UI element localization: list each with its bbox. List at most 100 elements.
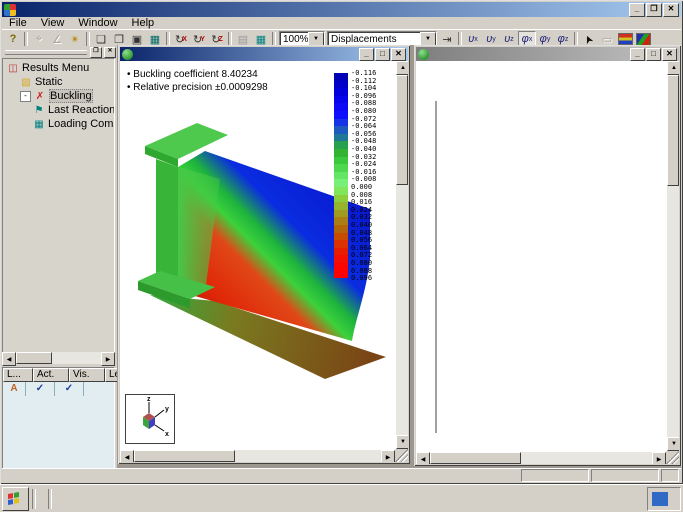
pane-maximize-button[interactable]: ❐ — [90, 47, 102, 58]
toolbar-separator — [228, 32, 232, 46]
phi-z-button-sub: z — [565, 36, 569, 43]
scroll-down-button[interactable]: ▼ — [396, 435, 408, 449]
color-scale-cell — [334, 96, 348, 104]
close-button[interactable]: ✕ — [663, 3, 679, 17]
scroll-track[interactable] — [396, 75, 408, 435]
tree-item-last-reaction[interactable]: ⚑Last Reaction — [3, 103, 114, 117]
taskbar — [0, 484, 683, 512]
menu-help[interactable]: Help — [125, 17, 162, 29]
menu-view[interactable]: View — [34, 17, 72, 29]
phi-y-button-sub: y — [547, 36, 551, 43]
expander-icon[interactable]: - — [20, 91, 31, 102]
scroll-track[interactable] — [16, 352, 101, 364]
color-scale-cell — [334, 217, 348, 225]
column-header-act[interactable]: Act. — [33, 368, 69, 382]
scroll-track[interactable] — [667, 75, 679, 437]
panel-header[interactable]: ❐✕ — [2, 47, 117, 57]
color-scale-label: 0.096 — [351, 275, 393, 282]
toolbar-separator — [86, 32, 90, 46]
tree-item-results-menu[interactable]: ◫Results Menu — [3, 61, 114, 75]
close-button[interactable]: ✕ — [391, 48, 406, 61]
buckling-icon: ✗ — [34, 91, 46, 102]
grid-icon-glyph: ▤ — [238, 33, 248, 46]
cascade-windows-icon-glyph: ❐ — [114, 33, 124, 46]
scroll-right-button[interactable]: ▶ — [381, 450, 395, 462]
copy-window-icon[interactable]: ❏ — [92, 31, 110, 47]
child2-horizontal-scrollbar[interactable]: ◀▶ — [416, 452, 666, 464]
color-scale-cell — [334, 210, 348, 218]
minimize-button[interactable]: _ — [630, 48, 645, 61]
color-scale: -0.116-0.112-0.104-0.096-0.088-0.080-0.0… — [334, 67, 394, 284]
color-scale-cell — [334, 149, 348, 157]
tree-item-label: Results Menu — [22, 62, 89, 74]
layers-table: L...Act.Vis.LegendA✓✓ — [2, 367, 115, 469]
scroll-thumb[interactable] — [430, 452, 521, 464]
maximize-button[interactable]: □ — [646, 48, 661, 61]
child1-resize-grip[interactable] — [395, 449, 408, 462]
child1-vertical-scrollbar[interactable]: ▲▼ — [396, 61, 408, 449]
title-bar[interactable]: _❐✕ — [2, 2, 681, 17]
child1-title-bar[interactable]: _□✕ — [120, 47, 408, 61]
color-scale-cell — [334, 73, 348, 81]
scroll-thumb[interactable] — [134, 450, 235, 462]
color-scale-cell — [334, 179, 348, 187]
system-tray — [647, 487, 681, 511]
table-cell: A — [3, 382, 26, 396]
pane-close-button[interactable]: ✕ — [104, 47, 116, 58]
menu-file[interactable]: File — [2, 17, 34, 29]
scroll-thumb[interactable] — [667, 75, 679, 186]
scroll-track[interactable] — [134, 450, 381, 462]
angle-tool-icon-glyph: ∠ — [52, 33, 62, 46]
tree-horizontal-scrollbar[interactable]: ◀▶ — [2, 352, 115, 364]
angle-tool-icon[interactable]: ∠ — [48, 31, 66, 47]
panel-grip[interactable] — [5, 50, 87, 55]
color-scale-cell — [334, 195, 348, 203]
scroll-right-button[interactable]: ▶ — [101, 352, 115, 366]
scroll-right-button[interactable]: ▶ — [652, 452, 666, 464]
minimize-button[interactable]: _ — [629, 3, 645, 17]
scroll-thumb[interactable] — [16, 352, 52, 364]
restore-button[interactable]: ❐ — [646, 3, 662, 17]
export-window-icon-glyph: ▣ — [132, 33, 142, 46]
tree-item-loading-combination[interactable]: ▦Loading Combination — [3, 117, 114, 131]
child2-title-bar[interactable]: _□✕ — [416, 47, 679, 61]
taskbar-separator — [48, 489, 52, 509]
child2-controls: _□✕ — [630, 48, 677, 61]
scroll-up-button[interactable]: ▲ — [667, 61, 679, 75]
child2-vertical-scrollbar[interactable]: ▲▼ — [667, 61, 679, 451]
color-scale-label: -0.116 — [351, 70, 393, 77]
pick-tool-icon[interactable]: ✴ — [66, 31, 84, 47]
u-z-button-sub: z — [510, 36, 514, 43]
child1-horizontal-scrollbar[interactable]: ◀▶ — [120, 450, 395, 462]
minimize-button[interactable]: _ — [359, 48, 374, 61]
table-row[interactable]: A✓✓ — [3, 382, 114, 396]
target-tool-icon[interactable]: ⌖ — [30, 31, 48, 47]
scroll-down-button[interactable]: ▼ — [667, 437, 679, 451]
help-icon[interactable]: ? — [4, 31, 22, 47]
column-header-vis[interactable]: Vis. — [69, 368, 105, 382]
scroll-track[interactable] — [430, 452, 652, 464]
color-scale-cell — [334, 172, 348, 180]
scroll-up-button[interactable]: ▲ — [396, 61, 408, 75]
svg-text:z: z — [147, 396, 151, 403]
close-button[interactable]: ✕ — [662, 48, 677, 61]
scroll-thumb[interactable] — [396, 75, 408, 185]
tree-item-buckling[interactable]: -✗Buckling — [3, 89, 114, 103]
language-indicator[interactable] — [652, 492, 668, 506]
color-scale-cell — [334, 126, 348, 134]
toolbar-separator — [24, 32, 28, 46]
color-scale-cell — [334, 141, 348, 149]
menu-window[interactable]: Window — [71, 17, 124, 29]
color-scale-cell — [334, 157, 348, 165]
axis-letter: Y — [200, 36, 205, 43]
scroll-left-button[interactable]: ◀ — [2, 352, 16, 366]
buckling-3d-window: _□✕ • Buckling coefficient 8.40234• Rela… — [118, 45, 410, 464]
maximize-button[interactable]: □ — [375, 48, 390, 61]
column-header-l[interactable]: L... — [3, 368, 33, 382]
scroll-left-button[interactable]: ◀ — [120, 450, 134, 462]
start-button[interactable] — [2, 487, 29, 511]
child2-resize-grip[interactable] — [666, 451, 679, 464]
u-x-button-sub: x — [474, 36, 478, 43]
scroll-left-button[interactable]: ◀ — [416, 452, 430, 464]
tree-item-static[interactable]: ▧Static — [3, 75, 114, 89]
